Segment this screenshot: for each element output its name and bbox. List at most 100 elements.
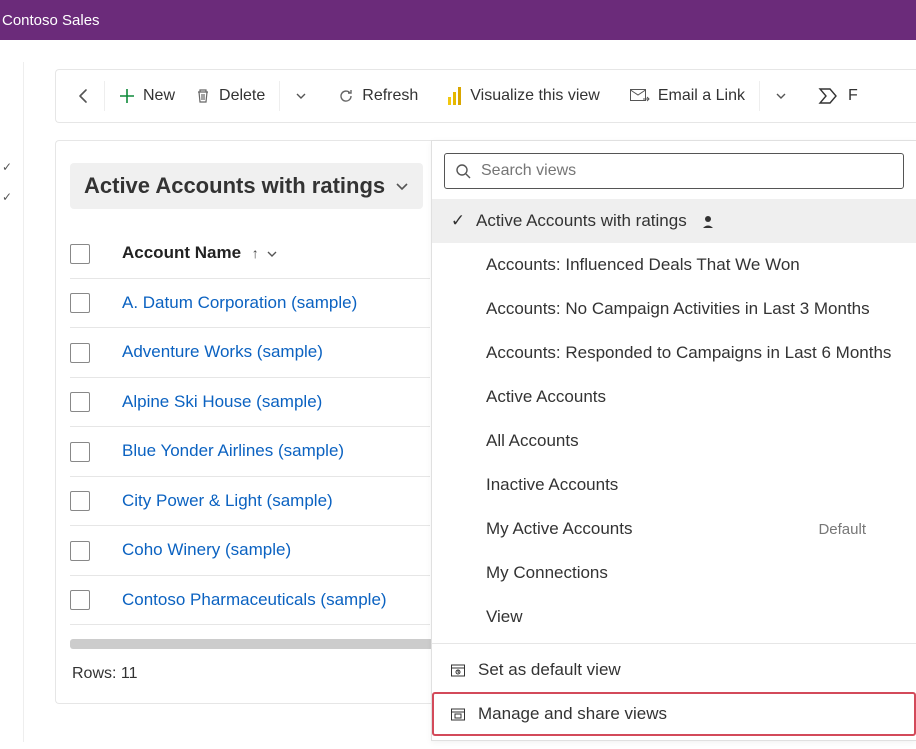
view-option-label: Accounts: No Campaign Activities in Last… [486, 299, 870, 319]
view-option[interactable]: ✓ Active Accounts with ratings [432, 199, 916, 243]
horizontal-scrollbar[interactable] [70, 639, 480, 649]
table-row[interactable]: Blue Yonder Airlines (sample) [70, 427, 430, 477]
rows-count-value: 11 [121, 665, 138, 682]
view-option-label: View [486, 607, 523, 627]
row-checkbox[interactable] [70, 541, 90, 561]
refresh-icon [338, 88, 354, 104]
view-option-label: My Active Accounts [486, 519, 632, 539]
account-link[interactable]: City Power & Light (sample) [122, 491, 333, 510]
back-button[interactable] [68, 82, 100, 110]
rail-chev-2[interactable]: ✓ [2, 190, 12, 204]
row-checkbox[interactable] [70, 343, 90, 363]
trash-icon [195, 88, 211, 104]
view-option[interactable]: Accounts: Responded to Campaigns in Last… [432, 331, 916, 375]
view-option[interactable]: Accounts: No Campaign Activities in Last… [432, 287, 916, 331]
view-option[interactable]: All Accounts [432, 419, 916, 463]
default-tag: Default [818, 521, 866, 538]
email-label: Email a Link [658, 87, 745, 105]
email-icon [630, 89, 650, 103]
row-checkbox[interactable] [70, 392, 90, 412]
email-link-button[interactable]: Email a Link [620, 81, 755, 111]
account-link[interactable]: Blue Yonder Airlines (sample) [122, 441, 344, 460]
command-bar: New Delete Refresh Visualize this view E… [55, 69, 916, 123]
view-title-text: Active Accounts with ratings [84, 173, 385, 199]
view-option-label: My Connections [486, 563, 608, 583]
new-button[interactable]: New [109, 81, 185, 111]
view-option[interactable]: My Connections [432, 551, 916, 595]
chevron-down-icon [395, 179, 409, 193]
view-option[interactable]: Inactive Accounts [432, 463, 916, 507]
table-row[interactable]: City Power & Light (sample) [70, 476, 430, 526]
chevron-down-icon [775, 90, 787, 102]
app-header: Contoso Sales [0, 0, 916, 40]
account-link[interactable]: Coho Winery (sample) [122, 540, 291, 559]
search-icon [455, 163, 471, 179]
accounts-grid: Account Name ↑ A. Datum Corporation (sam… [70, 229, 430, 625]
view-selector[interactable]: Active Accounts with ratings [70, 163, 423, 209]
row-checkbox[interactable] [70, 442, 90, 462]
delete-label: Delete [219, 87, 265, 105]
chevron-down-icon [295, 90, 307, 102]
manage-views-icon [450, 706, 466, 722]
overflow-button[interactable]: F [808, 81, 868, 111]
default-view-icon [450, 662, 466, 678]
visualize-button[interactable]: Visualize this view [438, 81, 610, 111]
toolbar-divider-3 [759, 81, 760, 111]
back-arrow-icon [76, 88, 92, 104]
account-link[interactable]: Contoso Pharmaceuticals (sample) [122, 590, 387, 609]
app-title: Contoso Sales [2, 12, 100, 29]
checkmark-icon: ✓ [450, 211, 466, 231]
menu-separator [432, 643, 916, 644]
select-all-checkbox[interactable] [70, 244, 90, 264]
column-header-account-name[interactable]: Account Name ↑ [122, 229, 430, 278]
powerbi-icon [448, 87, 462, 105]
delete-split-button[interactable] [284, 84, 318, 108]
header-gap [0, 40, 916, 62]
table-row[interactable]: A. Datum Corporation (sample) [70, 278, 430, 328]
search-views-wrapper[interactable] [444, 153, 904, 189]
account-link[interactable]: A. Datum Corporation (sample) [122, 293, 357, 312]
view-option-label: All Accounts [486, 431, 579, 451]
rows-label-text: Rows: [72, 665, 116, 682]
row-checkbox[interactable] [70, 590, 90, 610]
flow-icon [818, 87, 840, 105]
row-checkbox[interactable] [70, 293, 90, 313]
table-row[interactable]: Contoso Pharmaceuticals (sample) [70, 575, 430, 625]
rail-chev-1[interactable]: ✓ [2, 160, 12, 174]
view-selector-dropdown: ✓ Active Accounts with ratings Accounts: … [431, 140, 916, 741]
view-option-label: Active Accounts with ratings [476, 211, 687, 231]
search-views-input[interactable] [481, 162, 893, 180]
view-option-label: Accounts: Responded to Campaigns in Last… [486, 343, 891, 363]
table-row[interactable]: Coho Winery (sample) [70, 526, 430, 576]
view-option[interactable]: Accounts: Influenced Deals That We Won [432, 243, 916, 287]
delete-button[interactable]: Delete [185, 81, 275, 111]
toolbar-divider [104, 81, 105, 111]
set-default-label: Set as default view [478, 660, 621, 680]
toolbar-divider-2 [279, 81, 280, 111]
view-option[interactable]: My Active Accounts Default [432, 507, 916, 551]
manage-share-views-item[interactable]: Manage and share views [432, 692, 916, 736]
refresh-button[interactable]: Refresh [328, 81, 428, 111]
view-option[interactable]: Active Accounts [432, 375, 916, 419]
refresh-label: Refresh [362, 87, 418, 105]
view-option-label: Inactive Accounts [486, 475, 618, 495]
sort-asc-icon: ↑ [252, 245, 259, 261]
view-option[interactable]: View [432, 595, 916, 639]
plus-icon [119, 88, 135, 104]
column-header-label: Account Name [122, 243, 241, 262]
table-row[interactable]: Adventure Works (sample) [70, 328, 430, 378]
person-icon [701, 214, 715, 228]
manage-share-label: Manage and share views [478, 704, 667, 724]
set-default-view-item[interactable]: Set as default view [432, 648, 916, 692]
visualize-label: Visualize this view [470, 87, 600, 105]
account-link[interactable]: Adventure Works (sample) [122, 342, 323, 361]
view-option-label: Accounts: Influenced Deals That We Won [486, 255, 800, 275]
left-rail: ✓ ✓ [0, 62, 24, 742]
chevron-down-icon [266, 248, 278, 260]
table-row[interactable]: Alpine Ski House (sample) [70, 377, 430, 427]
email-split-button[interactable] [764, 84, 798, 108]
row-checkbox[interactable] [70, 491, 90, 511]
overflow-label: F [848, 87, 858, 105]
new-label: New [143, 87, 175, 105]
account-link[interactable]: Alpine Ski House (sample) [122, 392, 322, 411]
